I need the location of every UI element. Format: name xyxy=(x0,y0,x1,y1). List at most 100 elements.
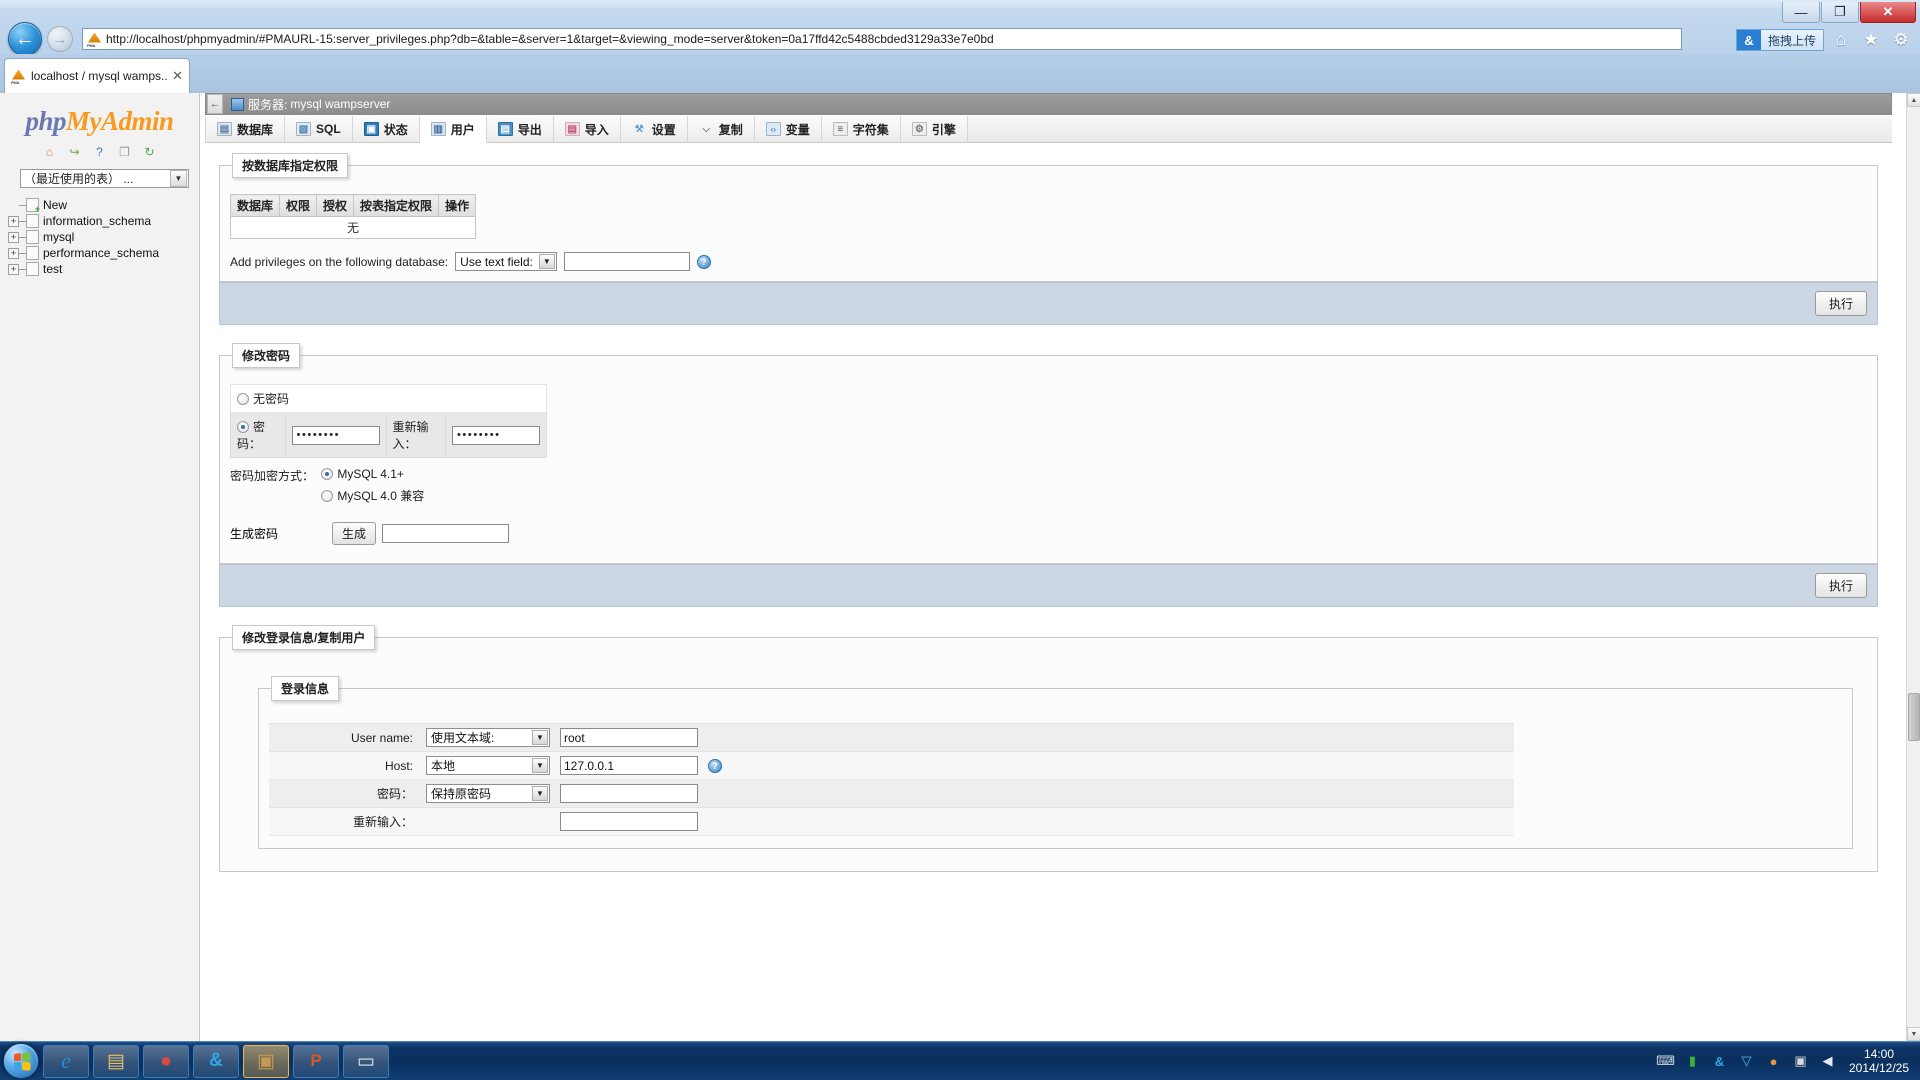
taskbar-clock[interactable]: 14:00 2014/12/25 xyxy=(1846,1047,1912,1075)
username-input[interactable]: root xyxy=(560,728,698,747)
home-icon[interactable]: ⌂ xyxy=(1828,27,1854,53)
scroll-up-icon[interactable]: ▲ xyxy=(1907,93,1920,107)
volume-icon[interactable]: ◀ xyxy=(1819,1053,1836,1070)
tab-close-icon[interactable]: ✕ xyxy=(168,68,183,84)
minimize-button[interactable]: — xyxy=(1782,2,1820,23)
tree-item-mysql[interactable]: + mysql xyxy=(0,229,199,245)
maximize-button[interactable]: ❐ xyxy=(1821,2,1859,23)
sidebar-icon-row: ⌂ ↪ ? ❐ ↻ xyxy=(0,144,199,160)
browser-toolbar-right: & 拖拽上传 ⌂ ★ ⚙ xyxy=(1735,26,1914,54)
expand-icon[interactable]: + xyxy=(8,247,19,259)
taskbar-photo-viewer[interactable]: ▣ xyxy=(243,1044,289,1078)
taskbar-baidu-netdisk[interactable]: & xyxy=(193,1044,239,1078)
chevron-down-icon[interactable]: ▼ xyxy=(538,254,555,269)
table-row: 密码： 保持原密码 ▼ xyxy=(269,779,1514,808)
close-button[interactable]: ✕ xyxy=(1860,2,1916,23)
taskbar-google-chrome[interactable]: ● xyxy=(143,1044,189,1078)
tree-item-test[interactable]: + test xyxy=(0,261,199,277)
green-shield-icon[interactable]: ▮ xyxy=(1684,1053,1701,1070)
tab-sql[interactable]: ▧ SQL xyxy=(285,116,353,142)
add-privileges-select[interactable]: Use text field: ▼ xyxy=(455,252,557,271)
host-input[interactable]: 127.0.0.1 xyxy=(560,756,698,775)
taskbar-file-explorer[interactable]: ▤ xyxy=(93,1044,139,1078)
baidu-upload-button[interactable]: & 拖拽上传 xyxy=(1735,29,1824,51)
tab-databases[interactable]: ▤ 数据库 xyxy=(205,116,286,142)
tree-item-new[interactable]: New xyxy=(0,197,199,214)
expand-icon[interactable]: + xyxy=(8,231,19,243)
change-password-submit-button[interactable]: 执行 xyxy=(1814,573,1867,598)
password-radio[interactable] xyxy=(237,421,249,433)
no-password-radio[interactable] xyxy=(237,393,249,405)
home-icon[interactable]: ⌂ xyxy=(42,144,58,160)
page-scrollbar[interactable]: ▲ ▼ xyxy=(1906,93,1920,1041)
chevron-down-icon[interactable]: ▼ xyxy=(532,758,548,773)
no-password-row[interactable]: 无密码 xyxy=(230,384,547,413)
database-icon xyxy=(26,246,39,260)
chevron-down-icon[interactable]: ▼ xyxy=(170,170,187,187)
tree-item-label: information_schema xyxy=(43,214,152,228)
column-header-action: 操作 xyxy=(438,194,477,217)
encryption-option-mysql40[interactable]: MySQL 4.0 兼容 xyxy=(321,487,424,504)
phpmyadmin-logo[interactable]: phpMyAdmin xyxy=(0,106,199,137)
reenter-password-input[interactable]: •••••••• xyxy=(451,425,540,445)
encryption-radio-mysql41[interactable] xyxy=(321,468,334,480)
network-icon[interactable]: ▣ xyxy=(1792,1053,1809,1070)
recent-tables-select[interactable]: （最近使用的表） ... ▼ xyxy=(20,169,189,188)
generated-password-input[interactable] xyxy=(382,524,510,543)
tab-charsets[interactable]: ≡ 字符集 xyxy=(821,116,901,142)
help-icon[interactable]: ? xyxy=(92,144,108,160)
add-privileges-label: Add privileges on the following database… xyxy=(230,254,449,269)
address-bar[interactable]: http://localhost/phpmyadmin/#PMAURL-15:s… xyxy=(82,28,1682,50)
taskbar-internet-explorer[interactable]: e xyxy=(43,1044,89,1078)
tree-item-information-schema[interactable]: + information_schema xyxy=(0,213,199,229)
back-button[interactable]: ← xyxy=(8,22,42,56)
keyboard-ime-icon[interactable]: ⌨ xyxy=(1656,1053,1675,1070)
tree-item-performance-schema[interactable]: + performance_schema xyxy=(0,245,199,261)
db-privileges-submit-button[interactable]: 执行 xyxy=(1814,291,1867,316)
taskbar-notepad[interactable]: ▭ xyxy=(343,1044,389,1078)
login-password-select[interactable]: 保持原密码 ▼ xyxy=(426,784,550,803)
forward-button[interactable]: → xyxy=(47,26,73,52)
tab-engines[interactable]: ⚙ 引擎 xyxy=(900,116,968,142)
encryption-option-mysql41[interactable]: MySQL 4.1+ xyxy=(321,467,424,481)
chevron-down-icon[interactable]: ▼ xyxy=(532,786,548,801)
docs-icon[interactable]: ❐ xyxy=(117,144,133,160)
tab-users[interactable]: ▥ 用户 xyxy=(419,116,487,143)
login-reenter-input[interactable] xyxy=(560,812,698,831)
expand-icon[interactable]: + xyxy=(8,263,19,275)
taskbar-powerpoint[interactable]: P xyxy=(293,1044,339,1078)
tab-import[interactable]: ▤ 导入 xyxy=(553,116,621,142)
tab-replication[interactable]: ⌵ 复制 xyxy=(687,116,755,142)
favorites-star-icon[interactable]: ★ xyxy=(1858,27,1884,53)
password-input[interactable]: •••••••• xyxy=(291,425,380,445)
add-privileges-input[interactable] xyxy=(563,252,690,271)
scroll-down-icon[interactable]: ▼ xyxy=(1907,1027,1920,1041)
tab-variables[interactable]: ‹› 变量 xyxy=(754,116,822,142)
baidu-tray-icon[interactable]: & xyxy=(1711,1053,1728,1070)
login-password-input[interactable] xyxy=(560,784,698,803)
host-select[interactable]: 本地 ▼ xyxy=(426,756,550,775)
tab-status[interactable]: ▣ 状态 xyxy=(352,116,420,142)
collapse-sidebar-icon[interactable]: ← xyxy=(207,94,223,114)
chevron-down-icon[interactable]: ▼ xyxy=(532,730,548,745)
expand-icon[interactable]: + xyxy=(8,215,19,227)
scrollbar-thumb[interactable] xyxy=(1908,693,1920,741)
qq-penguin-icon[interactable]: ● xyxy=(1765,1053,1782,1070)
phpmyadmin-main-pane: ← 服务器: mysql wampserver ▤ 数据库 ▧ SQL ▣ 状态… xyxy=(200,93,1906,1041)
help-icon[interactable]: ? xyxy=(708,758,722,773)
username-select[interactable]: 使用文本域: ▼ xyxy=(426,728,550,747)
encryption-radio-mysql40[interactable] xyxy=(321,490,334,502)
logout-icon[interactable]: ↪ xyxy=(67,144,83,160)
security-shield-icon[interactable]: ▽ xyxy=(1738,1053,1755,1070)
login-password-label: 密码： xyxy=(269,779,421,808)
generate-password-button[interactable]: 生成 xyxy=(332,522,377,545)
tab-settings[interactable]: ⚒ 设置 xyxy=(620,116,688,142)
powerpoint-icon: P xyxy=(310,1051,322,1070)
db-privileges-legend: 按数据库指定权限 xyxy=(232,153,349,178)
browser-tab[interactable]: localhost / mysql wamps... ✕ xyxy=(4,58,190,93)
settings-gear-icon[interactable]: ⚙ xyxy=(1888,27,1914,53)
help-icon[interactable]: ? xyxy=(696,254,711,269)
start-button[interactable] xyxy=(3,1043,39,1079)
reload-icon[interactable]: ↻ xyxy=(142,144,158,160)
tab-export[interactable]: ▤ 导出 xyxy=(486,116,554,142)
